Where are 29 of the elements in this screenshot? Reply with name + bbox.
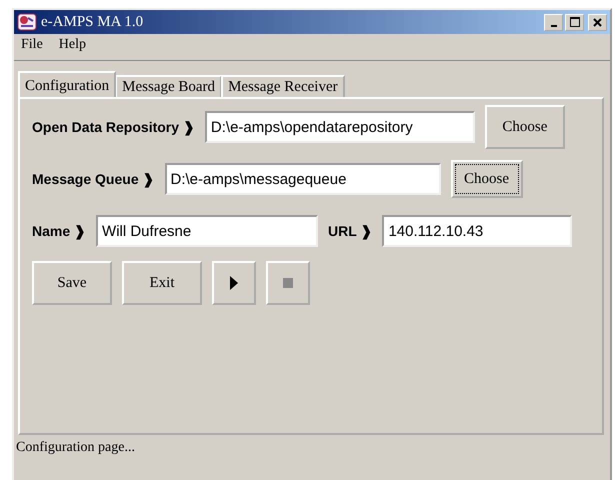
- window-title: e-AMPS MA 1.0: [41, 14, 144, 30]
- play-button[interactable]: [212, 261, 256, 305]
- minimize-icon: [550, 24, 556, 26]
- choose-button[interactable]: Choose: [484, 105, 565, 149]
- close-button[interactable]: [588, 14, 607, 30]
- field-label: Open Data Repository ❱: [32, 119, 195, 135]
- text-field[interactable]: 140.112.10.43: [382, 215, 572, 247]
- status-text: Configuration page...: [15, 439, 136, 457]
- field-label: Name ❱: [32, 223, 86, 239]
- menu-item[interactable]: File: [21, 37, 43, 57]
- choose-button[interactable]: Choose: [450, 160, 522, 198]
- maximize-button[interactable]: [565, 14, 584, 30]
- close-icon: [593, 18, 602, 26]
- field-label: URL ❱: [328, 223, 372, 239]
- stop-icon: [283, 278, 293, 288]
- tab[interactable]: Message Board: [115, 75, 222, 97]
- play-icon: [230, 276, 238, 290]
- field-label: Message Queue ❱: [32, 171, 154, 187]
- text-field[interactable]: Will Dufresne: [96, 215, 318, 247]
- save-button[interactable]: Save: [32, 261, 112, 305]
- minimize-button[interactable]: [544, 14, 563, 30]
- tab[interactable]: Configuration: [18, 71, 116, 97]
- maximize-icon: [570, 17, 580, 27]
- app-icon: [17, 13, 37, 31]
- menu-item[interactable]: Help: [58, 37, 86, 57]
- text-field[interactable]: D:\e-amps\opendatarepository: [204, 111, 475, 143]
- text-field[interactable]: D:\e-amps\messagequeue: [164, 163, 440, 195]
- tab[interactable]: Message Receiver: [221, 75, 345, 97]
- exit-button[interactable]: Exit: [122, 261, 202, 305]
